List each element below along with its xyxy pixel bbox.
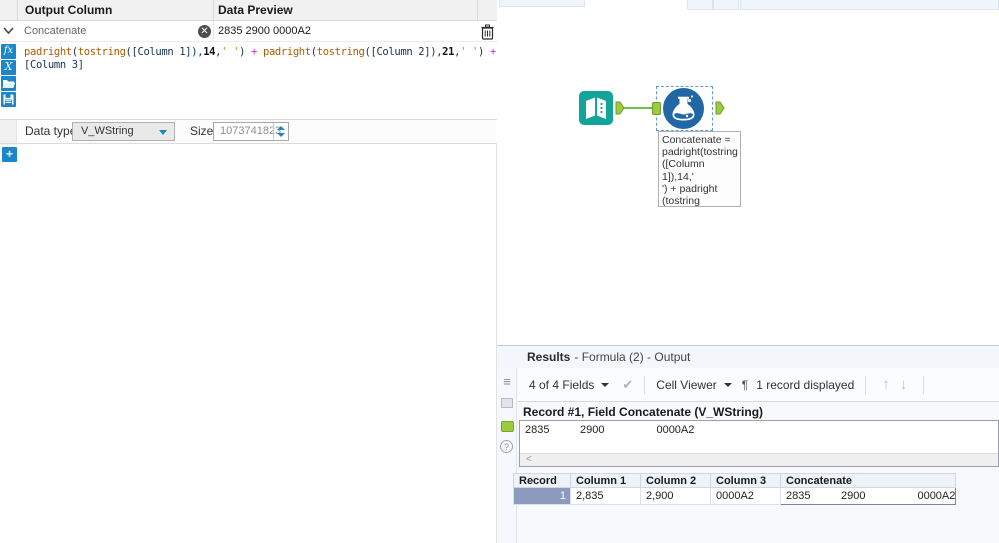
data-view-icon[interactable]	[501, 398, 513, 408]
col-header-column1[interactable]: Column 1	[570, 473, 641, 488]
results-title-bold: Results	[527, 350, 571, 364]
save-expression-button[interactable]	[1, 92, 16, 107]
open-expression-button[interactable]	[1, 76, 16, 91]
toolbar-separator	[865, 375, 867, 394]
col-header-column3[interactable]: Column 3	[710, 473, 781, 488]
canvas-top-fragment	[713, 0, 739, 10]
results-title-suffix: - Formula (2) - Output	[574, 350, 691, 364]
input-data-tool[interactable]	[578, 90, 614, 126]
formula-tool-annotation[interactable]: Concatenate = padright(tostring ([Column…	[658, 131, 741, 207]
formula-config-panel: Output Column Data Preview Concatenate ✕…	[0, 0, 497, 543]
header-separator	[17, 0, 18, 21]
whitespace-toggle-icon[interactable]: ¶	[742, 378, 748, 392]
column2-cell[interactable]: 2,900	[640, 487, 711, 505]
output-anchor-icon[interactable]	[501, 421, 514, 432]
clear-field-icon[interactable]: ✕	[198, 25, 211, 38]
prev-record-icon[interactable]: ↑	[882, 376, 890, 393]
output-column-input[interactable]: Concatenate	[24, 21, 86, 42]
col-header-column2[interactable]: Column 2	[640, 473, 711, 488]
spin-up-icon	[277, 126, 285, 130]
cell-viewer-content: 2835 2900 0000A2	[525, 424, 695, 436]
fields-dropdown[interactable]: 4 of 4 Fields	[529, 378, 594, 392]
data-type-dropdown[interactable]: V_WString	[72, 122, 175, 141]
size-spinner[interactable]: 1073741823	[213, 122, 289, 141]
chevron-down-icon	[723, 382, 732, 387]
data-type-row: Data type: V_WString Size: 1073741823	[0, 120, 497, 144]
canvas-top-fragment	[687, 0, 713, 10]
table-header-row: Record Column 1 Column 2 Column 3 Concat…	[513, 473, 957, 488]
column3-cell[interactable]: 0000A2	[710, 487, 781, 505]
folder-open-icon	[2, 80, 16, 88]
header-separator	[477, 0, 478, 21]
output-column-header: Output Column	[25, 3, 113, 17]
add-expression-button[interactable]: +	[2, 147, 17, 162]
formula-code[interactable]: padright(tostring([Column 1]),14,' ') + …	[24, 46, 496, 72]
help-icon[interactable]: ?	[500, 440, 513, 453]
collapse-expression-button[interactable]	[2, 24, 17, 39]
canvas-top-fragment	[499, 0, 585, 7]
apply-check-icon[interactable]: ✔	[622, 377, 633, 393]
col-header-record[interactable]: Record	[513, 473, 571, 488]
row-separator	[213, 21, 214, 42]
results-toolbar: 4 of 4 Fields ✔ Cell Viewer ¶ 1 record d…	[518, 368, 999, 402]
column1-cell[interactable]: 2,835	[570, 487, 641, 505]
data-preview-value: 2835 2900 0000A2	[218, 25, 311, 37]
expression-editor[interactable]: fx X padright(tostring([Column 1]),14,' …	[0, 42, 497, 120]
formula-tool[interactable]	[662, 87, 705, 130]
formula-tool-input-anchor[interactable]	[652, 102, 661, 115]
data-preview-header: Data Preview	[218, 3, 293, 17]
toolbar-separator	[644, 375, 646, 394]
variables-button[interactable]: X	[1, 60, 16, 75]
expression-row: Concatenate ✕ 2835 2900 0000A2	[0, 21, 497, 42]
data-type-value: V_WString	[81, 125, 134, 137]
chevron-down-icon	[601, 382, 610, 387]
results-title: Results - Formula (2) - Output	[497, 347, 999, 368]
record-count-label: 1 record displayed	[756, 377, 855, 392]
formula-tool-output-anchor[interactable]	[715, 101, 725, 115]
spinner-arrows[interactable]	[273, 123, 288, 140]
canvas-top-fragment	[740, 0, 999, 10]
rail-filler	[0, 120, 17, 143]
cell-viewer-scrollbar[interactable]: <	[520, 453, 998, 466]
results-table: Record Column 1 Column 2 Column 3 Concat…	[513, 473, 957, 505]
record-number-cell[interactable]: 1	[513, 487, 571, 505]
delete-expression-button[interactable]	[480, 24, 495, 40]
cell-viewer-header: Record #1, Field Concatenate (V_WString)	[523, 405, 764, 419]
results-panel: Results - Formula (2) - Output ≡ ? 4 of 4…	[497, 345, 999, 543]
next-record-icon[interactable]: ↓	[900, 376, 908, 393]
cell-viewer-dropdown[interactable]: Cell Viewer	[656, 378, 716, 392]
size-value: 1073741823	[220, 125, 282, 137]
metadata-view-icon[interactable]: ≡	[497, 374, 517, 389]
header-separator	[213, 0, 214, 21]
functions-button[interactable]: fx	[1, 44, 16, 59]
spin-down-icon	[277, 133, 285, 137]
expression-grid-header: Output Column Data Preview	[0, 0, 497, 21]
results-left-rail: ≡ ?	[497, 368, 517, 543]
workflow-canvas[interactable]: Concatenate = padright(tostring ([Column…	[497, 0, 999, 345]
save-icon	[3, 94, 14, 105]
chevron-down-icon	[3, 27, 14, 35]
col-header-concatenate[interactable]: Concatenate	[779, 473, 957, 488]
cell-viewer-box[interactable]: 2835 2900 0000A2 <	[519, 420, 999, 467]
scroll-left-icon[interactable]: <	[526, 454, 532, 466]
concatenate-cell-selected[interactable]: 2835 2900 0000A2	[779, 487, 957, 505]
trash-icon	[481, 24, 494, 40]
toolbar-separator	[923, 375, 925, 394]
chevron-down-icon	[159, 130, 167, 135]
table-row: 1 2,835 2,900 0000A2 2835 2900 0000A2	[513, 487, 957, 505]
